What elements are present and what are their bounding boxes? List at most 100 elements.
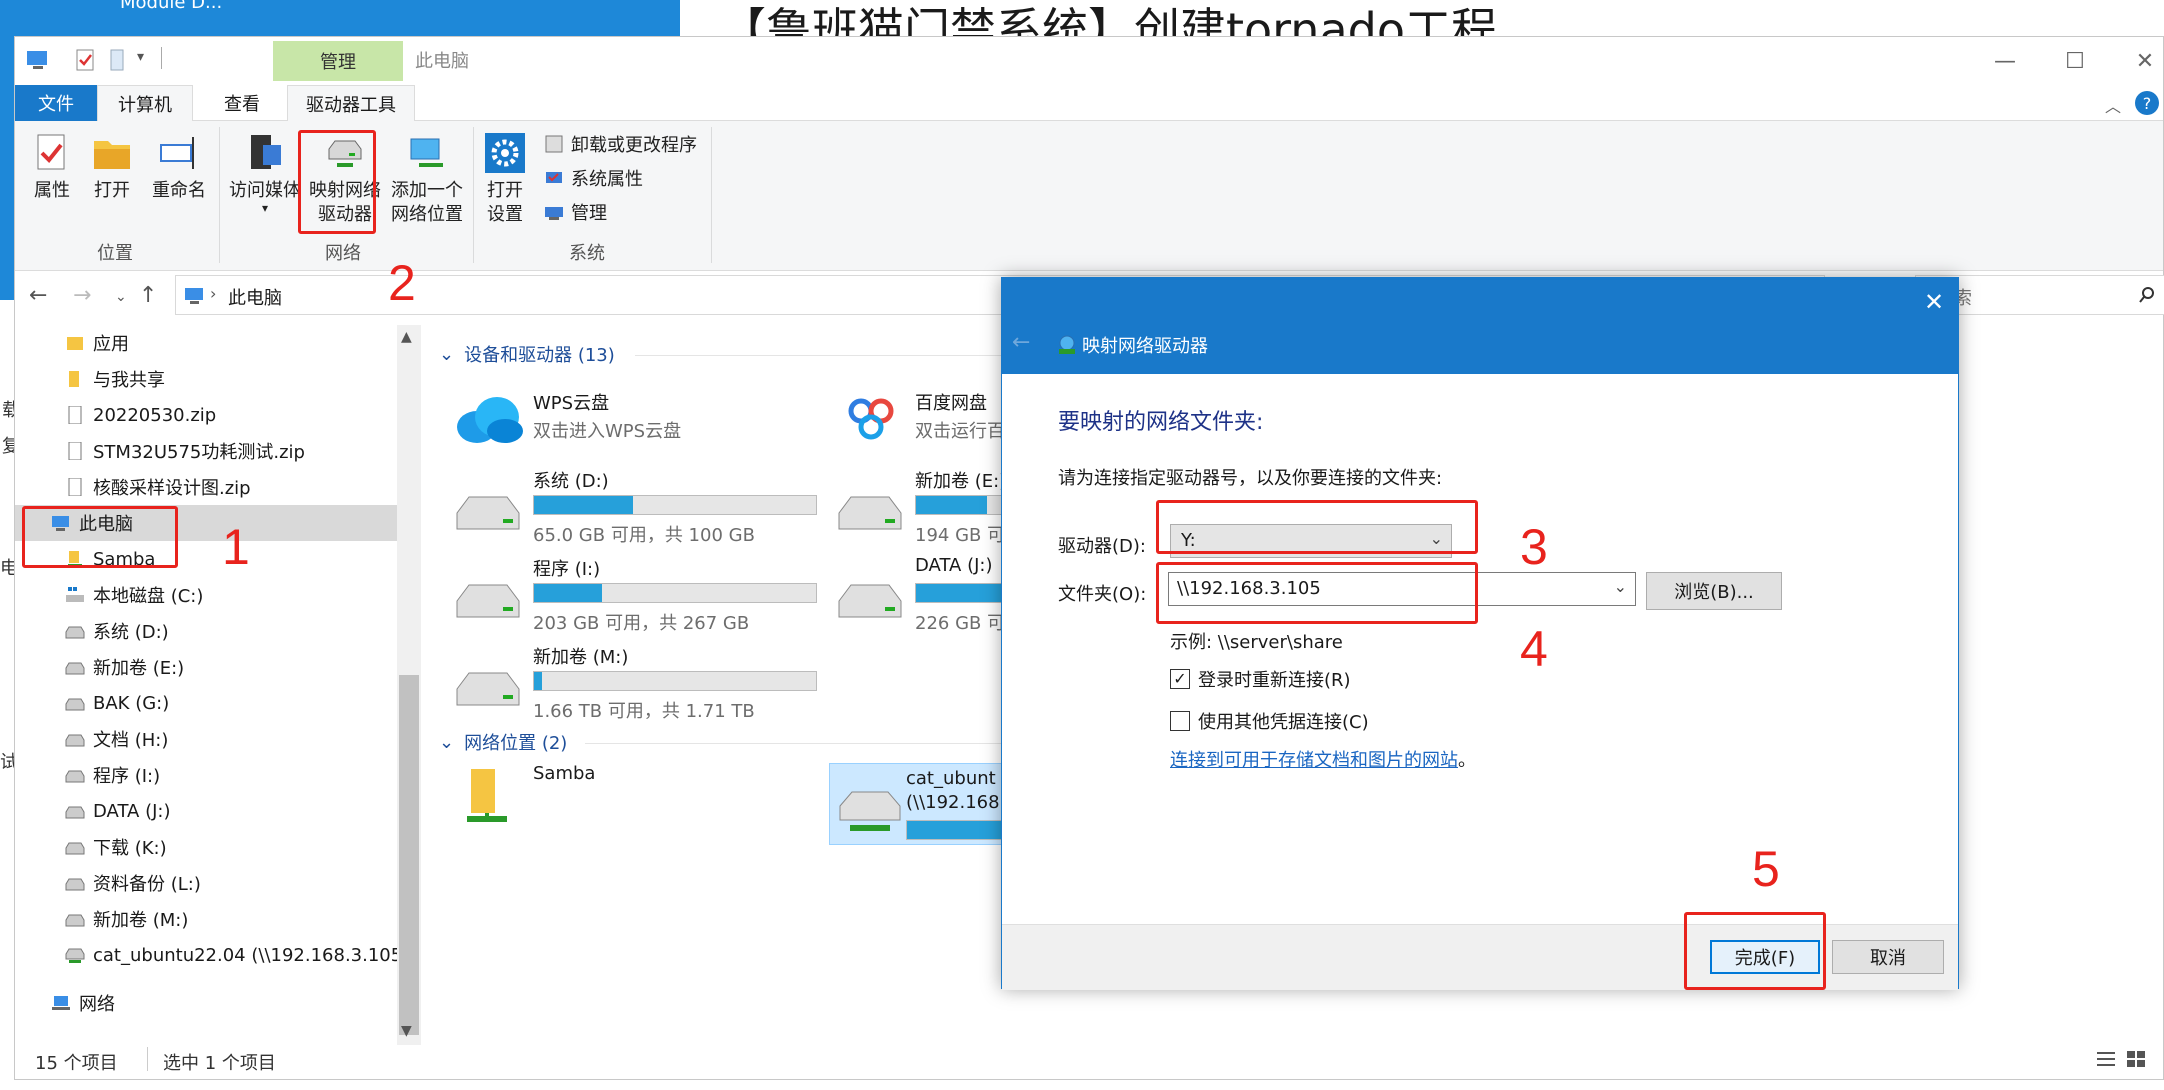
open-button[interactable]: 打开 [85, 131, 139, 203]
nav-item-apps[interactable]: 应用 [15, 325, 405, 361]
drive-tile[interactable]: 新加卷 (E:) 194 GB 可 [835, 467, 1015, 547]
drive-name: 新加卷 (M:) [533, 647, 629, 668]
nav-item-network[interactable]: 网络 [15, 985, 405, 1021]
details-view-icon[interactable] [2095, 1049, 2117, 1069]
dialog-back-button[interactable]: ← [1012, 330, 1030, 355]
drive-usage-bar [533, 583, 817, 603]
add-network-location-button[interactable]: 添加一个 网络位置 [385, 131, 469, 227]
new-folder-icon[interactable] [105, 47, 131, 73]
tab-drive-tools[interactable]: 驱动器工具 [287, 85, 415, 121]
drive-name: 系统 (D:) [533, 471, 609, 492]
maximize-button[interactable]: ☐ [2045, 43, 2105, 79]
access-media-button[interactable]: 访问媒体 ▾ [227, 131, 303, 214]
up-arrow-icon[interactable]: ↑ [139, 283, 157, 308]
cancel-button[interactable]: 取消 [1832, 940, 1944, 974]
drive-tile[interactable]: 程序 (I:) 203 GB 可用，共 267 GB [453, 555, 833, 635]
cat-ubuntu-location-tile[interactable]: cat_ubunt (\\192.168 [829, 763, 1019, 845]
minimize-button[interactable]: — [1975, 43, 2035, 79]
drive-tile[interactable]: 系统 (D:) 65.0 GB 可用，共 100 GB [453, 467, 833, 547]
nav-item-file[interactable]: STM32U575功耗测试.zip [15, 433, 405, 469]
drive-usage-bar [533, 671, 817, 691]
open-settings-label-line1: 打开 [487, 180, 523, 201]
nav-item-label: 新加卷 (E:) [93, 658, 185, 679]
nav-item-drive[interactable]: 程序 (I:) [15, 757, 405, 793]
other-credentials-checkbox-row[interactable]: 使用其他凭据连接(C) [1170, 708, 1369, 734]
drive-free-space: 194 GB 可 [915, 525, 1006, 546]
nav-item-label: 文档 (H:) [93, 730, 169, 751]
tab-view[interactable]: 查看 [199, 85, 285, 121]
scrollbar-thumb[interactable] [399, 675, 419, 1035]
group-label-network: 网络 [325, 243, 361, 264]
ribbon-collapse-icon[interactable]: ︿ [2105, 93, 2121, 117]
wps-name: WPS云盘 [533, 393, 610, 414]
back-arrow-icon[interactable]: ← [29, 283, 47, 308]
nav-item-label: 程序 (I:) [93, 766, 161, 787]
scroll-up-icon[interactable]: ▲ [401, 329, 412, 345]
drive-free-space: 65.0 GB 可用，共 100 GB [533, 525, 755, 546]
drive-tile[interactable]: 新加卷 (M:) 1.66 TB 可用，共 1.71 TB [453, 643, 833, 723]
reconnect-label: 登录时重新连接(R) [1198, 670, 1351, 691]
close-button[interactable]: ✕ [2115, 43, 2164, 79]
properties-button[interactable]: 属性 [25, 131, 79, 203]
windows-drive-icon [66, 587, 84, 602]
nav-item-label: BAK (G:) [93, 692, 170, 714]
network-drive-icon [1059, 335, 1075, 354]
drive-icon [65, 770, 85, 783]
nav-item-drive[interactable]: 下载 (K:) [15, 829, 405, 865]
wps-cloud-tile[interactable]: WPS云盘 双击进入WPS云盘 [453, 389, 833, 469]
nav-item-label: 20220530.zip [93, 404, 217, 426]
dialog-close-button[interactable]: ✕ [1914, 284, 1954, 320]
link-suffix: 。 [1458, 750, 1476, 771]
nav-item-drive[interactable]: 系统 (D:) [15, 613, 405, 649]
nav-item-label: 网络 [79, 994, 115, 1015]
drive-icon [838, 584, 902, 618]
tab-file[interactable]: 文件 [15, 85, 97, 121]
browse-button[interactable]: 浏览(B)... [1646, 572, 1782, 610]
nav-item-drive[interactable]: 本地磁盘 (C:) [15, 577, 405, 613]
nav-item-drive[interactable]: 新加卷 (M:) [15, 901, 405, 937]
recent-locations-icon[interactable]: ⌄ [115, 289, 127, 305]
nav-item-file[interactable]: 核酸采样设计图.zip [15, 469, 405, 505]
scroll-down-icon[interactable]: ▼ [401, 1023, 412, 1039]
nav-item-file[interactable]: 20220530.zip [15, 397, 405, 433]
group-label-location: 位置 [97, 243, 133, 264]
nav-item-drive[interactable]: 资料备份 (L:) [15, 865, 405, 901]
section-network-label: 网络位置 (2) [464, 733, 568, 754]
uninstall-program-button[interactable]: 卸载或更改程序 [543, 131, 697, 157]
computer-icon [27, 51, 47, 69]
nav-item-drive[interactable]: BAK (G:) [15, 685, 405, 721]
folder-label: 文件夹(O): [1058, 584, 1147, 605]
system-properties-button[interactable]: 系统属性 [543, 165, 643, 191]
help-button[interactable]: ? [2135, 91, 2159, 115]
nav-item-shared-with-me[interactable]: 与我共享 [15, 361, 405, 397]
connect-website-link[interactable]: 连接到可用于存储文档和图片的网站 [1170, 750, 1458, 771]
quick-access-dropdown-icon[interactable]: ▾ [137, 49, 144, 65]
ribbon-tabs: 文件 计算机 查看 驱动器工具 ︿ ? [15, 85, 2163, 121]
reconnect-checkbox[interactable]: ✓ [1170, 669, 1190, 689]
drive-tile[interactable]: DATA (J:) 226 GB 可 [835, 555, 1015, 635]
nav-item-drive[interactable]: DATA (J:) [15, 793, 405, 829]
manage-button[interactable]: 管理 [543, 199, 607, 225]
nav-item-label: 与我共享 [93, 370, 165, 391]
tab-computer[interactable]: 计算机 [97, 85, 193, 121]
properties-icon[interactable] [73, 47, 99, 73]
open-settings-button[interactable]: 打开 设置 [477, 131, 533, 227]
nav-item-drive[interactable]: 文档 (H:) [15, 721, 405, 757]
drive-icon [65, 914, 85, 927]
section-devices[interactable]: ⌄ 设备和驱动器 (13) [439, 341, 615, 367]
nav-item-drive[interactable]: 新加卷 (E:) [15, 649, 405, 685]
samba-location-tile[interactable]: Samba [453, 763, 833, 843]
properties-icon [37, 134, 65, 170]
annotation-box [298, 130, 376, 234]
forward-arrow-icon[interactable]: → [73, 283, 91, 308]
drive-icon [65, 878, 85, 891]
drive-icon [65, 842, 85, 855]
nav-item-network-drive[interactable]: cat_ubuntu22.04 (\\192.168.3.105) [15, 937, 409, 973]
drive-free-space: 203 GB 可用，共 267 GB [533, 613, 750, 634]
section-network-locations[interactable]: ⌄ 网络位置 (2) [439, 729, 567, 755]
reconnect-checkbox-row[interactable]: ✓ 登录时重新连接(R) [1170, 666, 1351, 692]
chevron-down-icon[interactable]: ⌄ [1614, 577, 1627, 596]
other-credentials-checkbox[interactable] [1170, 711, 1190, 731]
tiles-view-icon[interactable] [2125, 1049, 2147, 1069]
rename-button[interactable]: 重命名 [145, 131, 213, 203]
